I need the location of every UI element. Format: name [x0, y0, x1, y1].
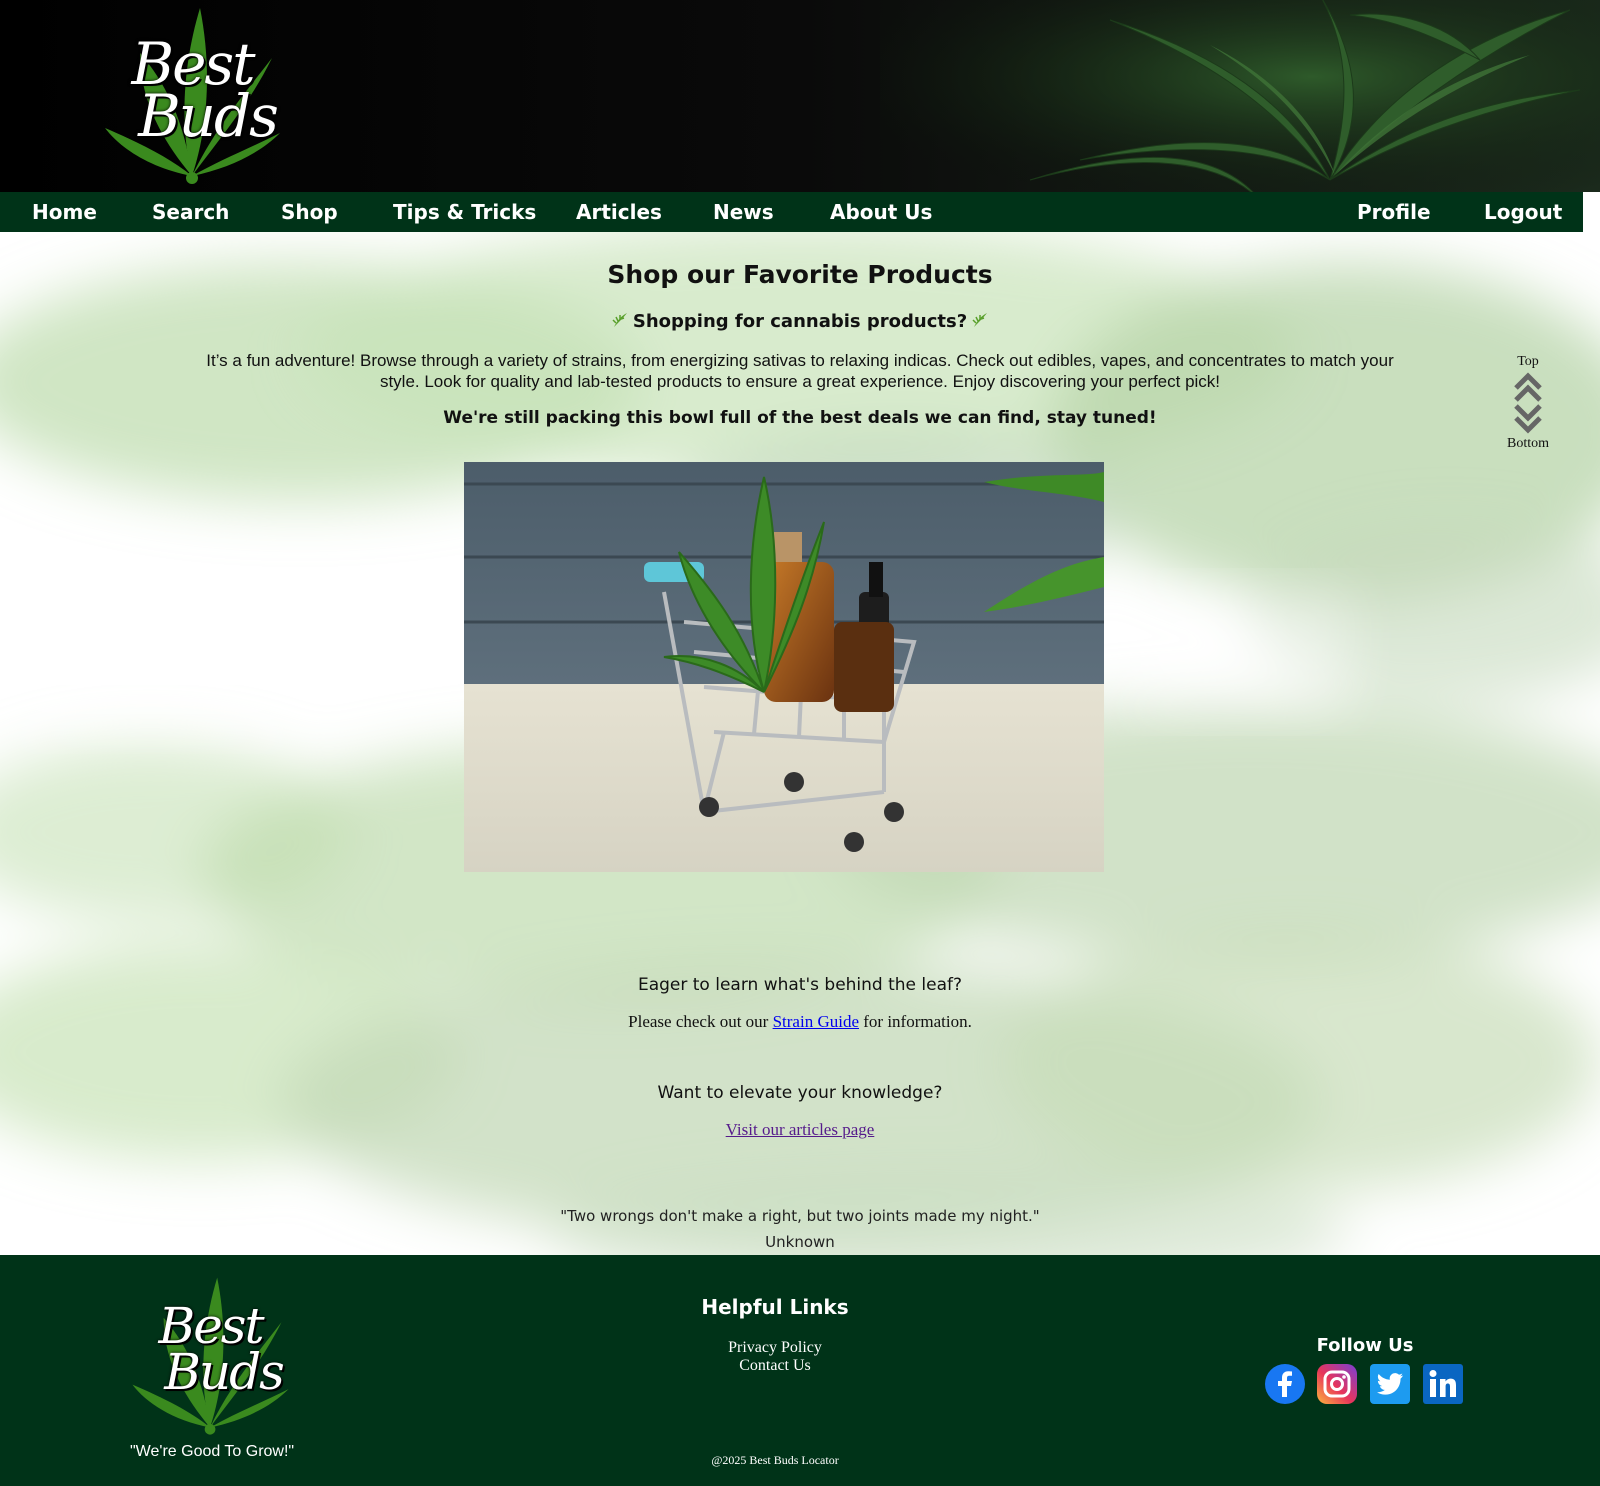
- copyright-text: @2025 Best Buds Locator: [711, 1453, 839, 1467]
- follow-us-heading: Follow Us: [1316, 1335, 1414, 1356]
- nav-news[interactable]: News: [713, 192, 774, 232]
- instagram-icon[interactable]: [1316, 1363, 1358, 1405]
- nav-home[interactable]: Home: [32, 192, 97, 232]
- intro-paragraph: It’s a fun adventure! Browse through a v…: [206, 351, 1394, 391]
- site-footer: Best Buds "We're Good To Grow!" Helpful …: [0, 1255, 1600, 1486]
- double-chevron-down-icon[interactable]: [1514, 404, 1542, 434]
- linkedin-icon[interactable]: [1422, 1363, 1464, 1405]
- cannabis-leaves-image: [880, 0, 1600, 192]
- scroll-nav-widget: Top Bottom: [1502, 354, 1554, 466]
- articles-page-link[interactable]: Visit our articles page: [726, 1120, 875, 1139]
- shopping-cart-image: [464, 462, 1104, 872]
- footer-tagline: "We're Good To Grow!": [130, 1443, 295, 1460]
- strain-guide-paragraph: Please check out our Strain Guide for in…: [0, 1012, 1600, 1032]
- strain-suffix: for information.: [859, 1012, 972, 1031]
- strain-guide-link[interactable]: Strain Guide: [773, 1012, 859, 1031]
- deals-heading: We're still packing this bowl full of th…: [443, 408, 1157, 428]
- logo-wordmark: Best Buds: [131, 30, 278, 150]
- nav-about-us[interactable]: About Us: [830, 192, 932, 232]
- contact-us-link[interactable]: Contact Us: [700, 1357, 850, 1375]
- quote-author: Unknown: [765, 1233, 835, 1251]
- herb-icon: [972, 313, 988, 327]
- knowledge-heading: Want to elevate your knowledge?: [657, 1083, 943, 1103]
- leaf-heading: Eager to learn what's behind the leaf?: [637, 975, 963, 995]
- scroll-bottom-label[interactable]: Bottom: [1502, 436, 1554, 452]
- twitter-icon[interactable]: [1369, 1363, 1411, 1405]
- site-header: Best Buds: [0, 0, 1600, 192]
- nav-search[interactable]: Search: [152, 192, 229, 232]
- helpful-links-heading: Helpful Links: [701, 1295, 849, 1319]
- page-subtitle-text: Shopping for cannabis products?: [632, 311, 968, 332]
- page-subtitle: Shopping for cannabis products?: [0, 311, 1600, 332]
- articles-paragraph: Visit our articles page: [0, 1120, 1600, 1140]
- nav-profile[interactable]: Profile: [1357, 192, 1431, 232]
- nav-articles[interactable]: Articles: [576, 192, 662, 232]
- footer-logo-wordmark: Best Buds: [158, 1297, 284, 1401]
- nav-tips-tricks[interactable]: Tips & Tricks: [393, 192, 536, 232]
- quote-text: "Two wrongs don't make a right, but two …: [560, 1207, 1040, 1225]
- footer-logo[interactable]: Best Buds: [128, 1277, 293, 1437]
- strain-prefix: Please check out our: [628, 1012, 773, 1031]
- site-logo[interactable]: Best Buds: [100, 8, 285, 186]
- privacy-policy-link[interactable]: Privacy Policy: [700, 1339, 850, 1357]
- page-title: Shop our Favorite Products: [607, 260, 993, 289]
- scroll-top-label[interactable]: Top: [1502, 354, 1554, 370]
- main-content: Shop our Favorite Products Shopping for …: [0, 232, 1600, 1255]
- double-chevron-up-icon[interactable]: [1514, 372, 1542, 402]
- nav-shop[interactable]: Shop: [281, 192, 338, 232]
- main-nav: Home Search Shop Tips & Tricks Articles …: [0, 192, 1583, 232]
- facebook-icon[interactable]: [1264, 1363, 1306, 1405]
- herb-icon: [612, 313, 627, 327]
- nav-logout[interactable]: Logout: [1484, 192, 1562, 232]
